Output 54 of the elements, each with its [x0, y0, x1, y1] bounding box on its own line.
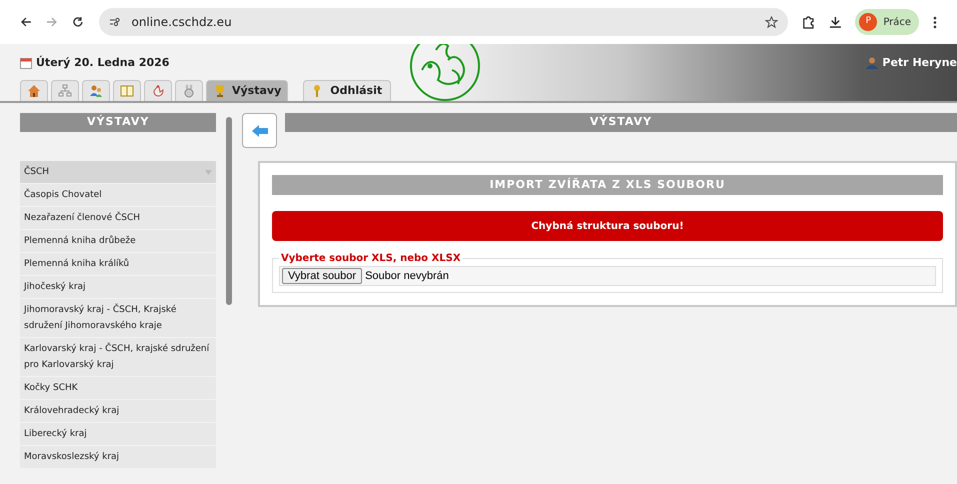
site-settings-icon	[109, 17, 122, 27]
nav-tab[interactable]	[144, 80, 172, 101]
sidebar-title: VÝSTAVY	[20, 113, 216, 132]
book-icon	[120, 84, 134, 98]
sidebar-item[interactable]: Jihočeský kraj	[20, 276, 216, 298]
error-message: Chybná struktura souboru!	[272, 211, 943, 241]
user-icon	[866, 57, 878, 70]
profile-button[interactable]: P Práce	[855, 9, 920, 35]
star-icon[interactable]	[764, 16, 778, 28]
nav-tab[interactable]: Výstavy	[206, 80, 288, 101]
sidebar-item[interactable]: Liberecký kraj	[20, 423, 216, 445]
sidebar-item[interactable]: Jihomoravský kraj - ČSCH, Krajské sdružení Jihomoravského kraje	[20, 299, 216, 337]
menu-icon[interactable]	[933, 16, 937, 28]
back-arrow-icon[interactable]	[20, 16, 32, 28]
user-name: Petr Heryne	[882, 55, 957, 71]
nav-tab[interactable]	[51, 80, 79, 101]
date-text: Úterý 20. Ledna 2026	[36, 55, 170, 71]
choose-file-button[interactable]: Vybrat soubor	[282, 268, 362, 284]
hen-icon	[151, 84, 165, 98]
reload-icon[interactable]	[72, 16, 84, 28]
people-icon	[89, 84, 103, 98]
sidebar-item[interactable]: Plemenná kniha králíků	[20, 253, 216, 275]
file-input[interactable]: Vybrat soubor Soubor nevybrán	[279, 266, 936, 286]
puzzle-icon[interactable]	[802, 16, 814, 28]
sitemap-icon	[58, 84, 72, 98]
left-arrow-icon	[250, 124, 268, 138]
sidebar-item[interactable]: Nezařazení členové ČSCH	[20, 207, 216, 229]
sidebar-item[interactable]: Moravskoslezský kraj	[20, 446, 216, 468]
key-icon	[312, 84, 322, 98]
rabbit-icon	[182, 84, 196, 98]
download-icon[interactable]	[828, 16, 842, 28]
calendar-icon	[20, 57, 32, 70]
fieldset-legend: Vyberte soubor XLS, nebo XLSX	[279, 251, 463, 266]
forward-arrow-icon[interactable]	[46, 16, 58, 28]
sidebar-item[interactable]: Karlovarský kraj - ČSCH, krajské sdružení pro Karlovarský kraj	[20, 338, 216, 376]
panel-title: IMPORT ZVÍŘATA Z XLS SOUBORU	[272, 175, 943, 195]
file-status: Soubor nevybrán	[365, 268, 449, 284]
back-button[interactable]	[242, 113, 277, 148]
sidebar-item[interactable]: Plemenná kniha drůbeže	[20, 230, 216, 252]
sidebar-item[interactable]: Kočky SCHK	[20, 377, 216, 399]
logout-tab[interactable]: Odhlásit	[303, 80, 392, 101]
trophy-icon	[213, 84, 227, 98]
nav-tab[interactable]	[82, 80, 110, 101]
avatar: P	[859, 13, 878, 31]
main-title: VÝSTAVY	[285, 113, 957, 132]
nav-tab[interactable]	[113, 80, 141, 101]
nav-tab[interactable]	[20, 80, 48, 101]
address-bar[interactable]: online.cschdz.eu	[99, 8, 788, 36]
sidebar-item[interactable]: Časopis Chovatel	[20, 184, 216, 206]
nav-tab[interactable]	[175, 80, 203, 101]
sidebar-item[interactable]: ČSCH	[20, 161, 216, 183]
house-icon	[27, 84, 41, 98]
sidebar-item[interactable]: Královehradecký kraj	[20, 400, 216, 422]
caret-icon	[205, 170, 212, 174]
